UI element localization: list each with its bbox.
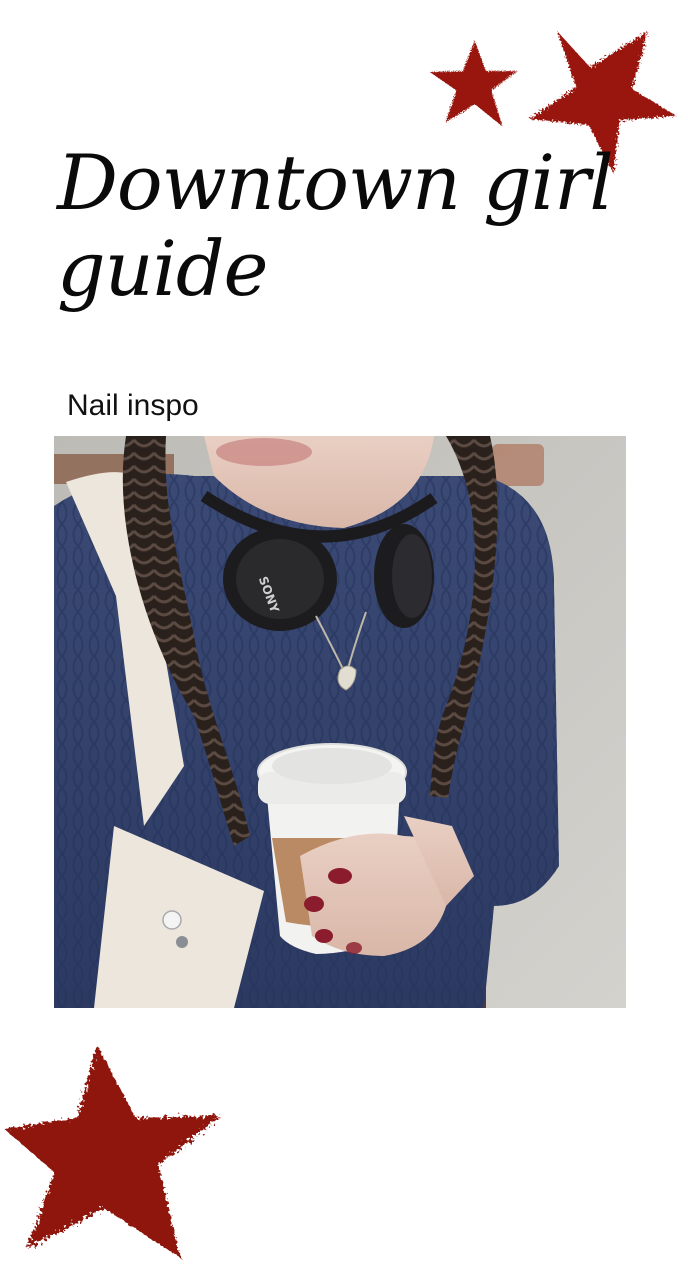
outfit-photo: SONY	[54, 436, 626, 1008]
section-label: Nail inspo	[67, 389, 199, 422]
star-icon	[0, 1036, 226, 1272]
page-title: Downtown girl guide	[57, 138, 614, 313]
star-icon	[424, 38, 522, 130]
page: Downtown girl guide Nail inspo SONY	[0, 0, 688, 1280]
